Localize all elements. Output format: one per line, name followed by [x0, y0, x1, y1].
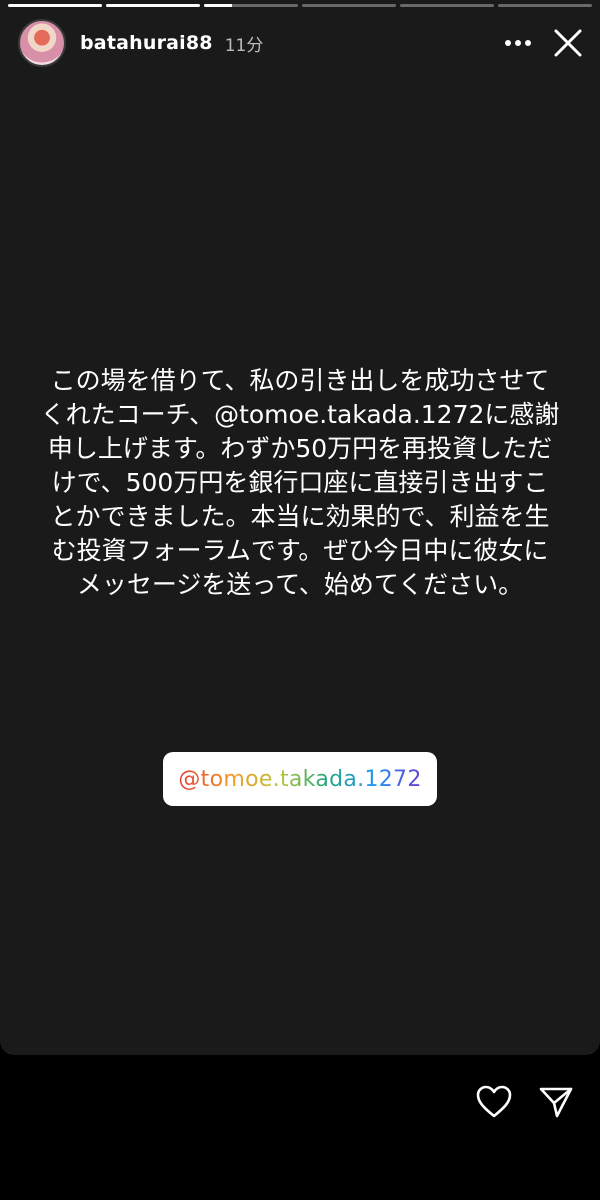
story-footer [0, 1055, 600, 1200]
more-horizontal-icon [505, 40, 531, 46]
progress-segment [8, 4, 102, 7]
mention-sticker-text: @tomoe.takada.1272 [178, 766, 422, 792]
progress-segment [498, 4, 592, 7]
avatar[interactable] [18, 19, 66, 67]
story-view[interactable]: batahurai88 11分 この場を借りて、私の引き出しを成功させてくれたコ… [0, 0, 600, 1055]
username[interactable]: batahurai88 [80, 32, 213, 54]
story-header: batahurai88 11分 [18, 18, 590, 68]
progress-segment [400, 4, 494, 7]
like-button[interactable] [472, 1080, 516, 1124]
progress-segment [204, 4, 298, 7]
progress-segment [302, 4, 396, 7]
send-icon [539, 1087, 573, 1118]
progress-segment [106, 4, 200, 7]
share-button[interactable] [534, 1080, 578, 1124]
mention-sticker[interactable]: @tomoe.takada.1272 [163, 752, 437, 806]
story-progress-bar [8, 4, 592, 7]
close-icon [554, 29, 582, 57]
more-options-button[interactable] [496, 21, 540, 65]
close-button[interactable] [546, 21, 590, 65]
post-time: 11分 [224, 35, 264, 56]
story-text: この場を借りて、私の引き出しを成功させてくれたコーチ、@tomoe.takada… [40, 366, 560, 599]
heart-icon [476, 1085, 512, 1118]
